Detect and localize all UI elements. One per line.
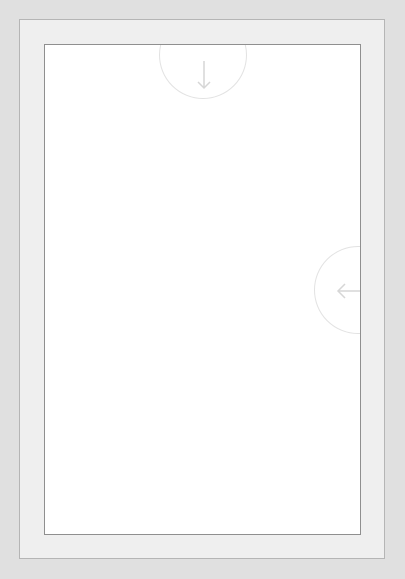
- scroll-down-button[interactable]: [159, 45, 247, 99]
- scroll-left-button[interactable]: [314, 246, 360, 334]
- document-page: [44, 44, 361, 535]
